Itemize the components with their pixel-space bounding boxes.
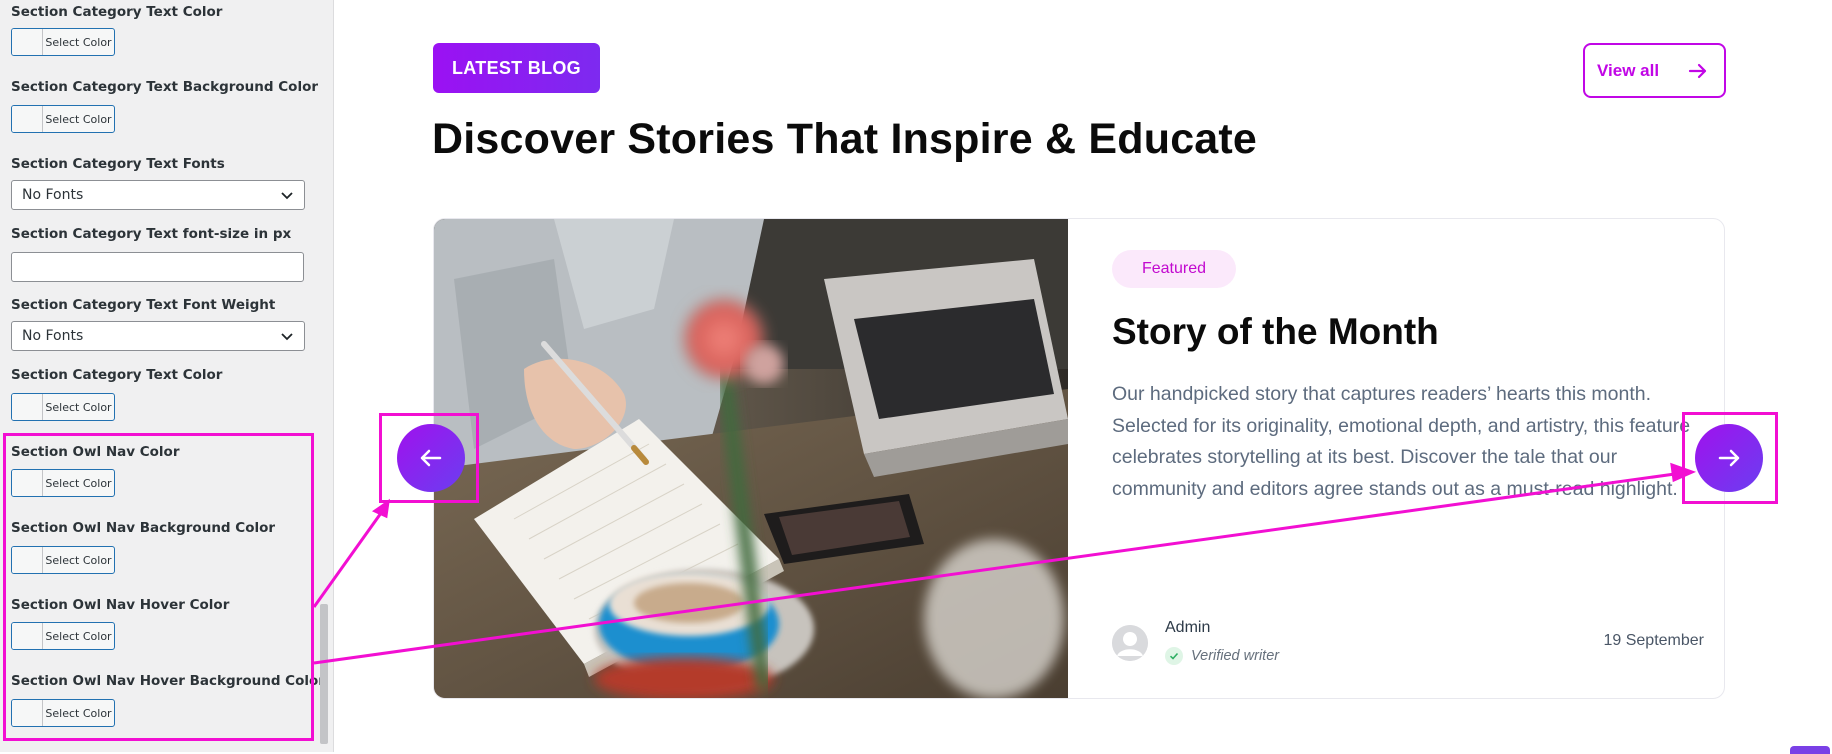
- featured-tag: Featured: [1112, 250, 1236, 288]
- user-icon: [1112, 625, 1148, 661]
- prev-button-highlight: [379, 413, 479, 503]
- color-swatch: [12, 29, 43, 55]
- next-button-highlight: [1682, 412, 1778, 504]
- select-color-label: Select Color: [45, 400, 112, 414]
- author-name[interactable]: Admin: [1165, 619, 1210, 637]
- category-text-font-size-input[interactable]: [11, 252, 304, 282]
- category-text-font-weight-select[interactable]: No Fonts: [11, 321, 305, 351]
- verified-writer: Verified writer: [1165, 647, 1279, 665]
- select-color-label: Select Color: [45, 112, 112, 126]
- label-category-text-font-size: Section Category Text font-size in px: [11, 226, 292, 242]
- chevron-down-icon: [281, 192, 293, 200]
- category-text-bg-color-picker[interactable]: Select Color: [11, 105, 115, 133]
- post-date: 19 September: [1603, 632, 1704, 649]
- arrow-right-icon: [1688, 63, 1707, 79]
- label-category-text-font-weight: Section Category Text Font Weight: [11, 297, 276, 313]
- owl-nav-settings-highlight: [3, 433, 314, 741]
- panel-scrollbar[interactable]: [320, 604, 328, 744]
- category-text-fonts-select[interactable]: No Fonts: [11, 180, 305, 210]
- label-category-text-color-2: Section Category Text Color: [11, 367, 223, 383]
- label-category-text-fonts: Section Category Text Fonts: [11, 156, 225, 172]
- color-swatch: [12, 106, 43, 132]
- category-text-color-picker-2[interactable]: Select Color: [11, 393, 115, 421]
- label-category-text-color: Section Category Text Color: [11, 4, 223, 20]
- label-category-text-bg-color: Section Category Text Background Color: [11, 79, 319, 95]
- settings-panel: Section Category Text Color Select Color…: [0, 0, 334, 752]
- blog-cover-image: [434, 219, 1068, 698]
- select-value: No Fonts: [22, 328, 84, 344]
- check-icon: [1165, 647, 1183, 665]
- featured-blog-card[interactable]: Featured Story of the Month Our handpick…: [433, 218, 1725, 699]
- section-title: Discover Stories That Inspire & Educate: [432, 115, 1258, 163]
- category-text-color-picker[interactable]: Select Color: [11, 28, 115, 56]
- card-title[interactable]: Story of the Month: [1112, 311, 1439, 353]
- view-all-label: View all: [1597, 60, 1660, 80]
- corner-widget[interactable]: [1790, 746, 1830, 754]
- select-value: No Fonts: [22, 187, 84, 203]
- color-swatch: [12, 394, 43, 420]
- chevron-down-icon: [281, 333, 293, 341]
- annotation-arrowhead: [371, 498, 390, 519]
- card-description: Our handpicked story that captures reade…: [1112, 383, 1691, 501]
- latest-blog-badge: LATEST BLOG: [433, 43, 600, 93]
- verified-label: Verified writer: [1191, 648, 1280, 664]
- select-color-label: Select Color: [45, 35, 112, 49]
- view-all-button[interactable]: View all: [1583, 43, 1726, 98]
